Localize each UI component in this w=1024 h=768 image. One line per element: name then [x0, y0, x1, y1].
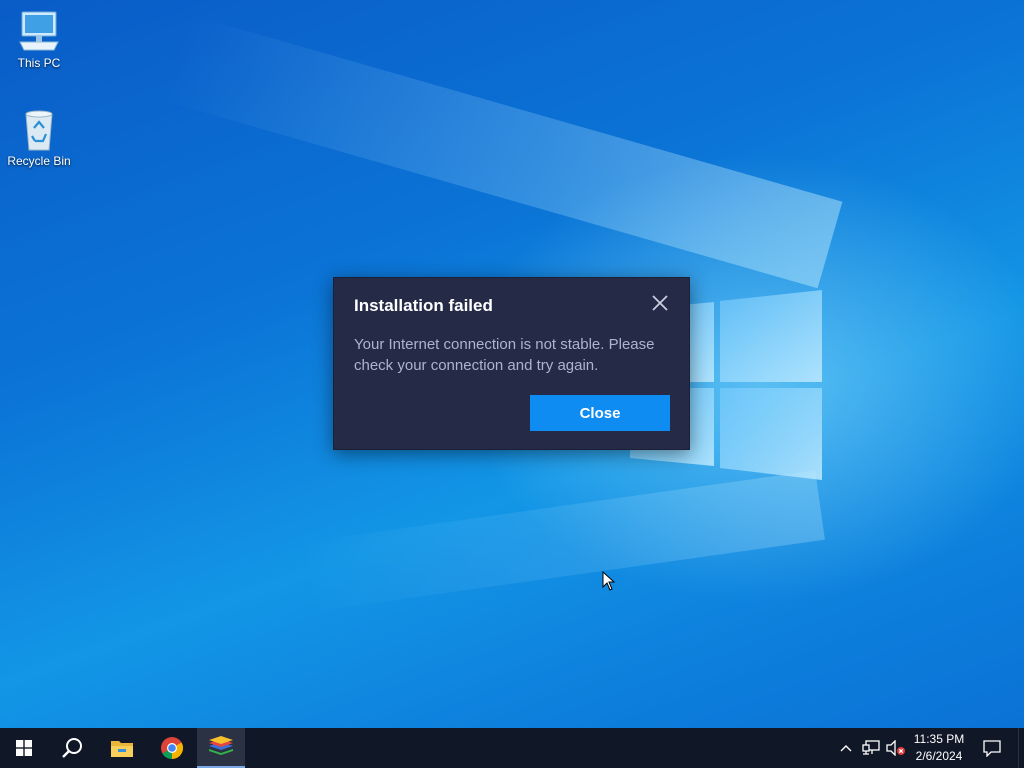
file-explorer-button[interactable]	[98, 728, 146, 768]
notification-icon	[983, 740, 1001, 757]
chrome-button[interactable]	[148, 728, 196, 768]
show-desktop-button[interactable]	[1018, 728, 1024, 768]
search-icon	[62, 738, 82, 758]
volume-button[interactable]	[884, 728, 908, 768]
action-center-button[interactable]	[978, 728, 1006, 768]
volume-muted-icon	[886, 740, 905, 756]
chrome-icon	[161, 737, 183, 759]
start-button[interactable]	[0, 728, 48, 768]
computer-icon	[19, 11, 59, 51]
network-icon	[862, 740, 880, 755]
folder-icon	[111, 741, 133, 757]
windows-start-icon	[16, 740, 32, 756]
show-hidden-icons-button[interactable]	[836, 728, 856, 768]
search-button[interactable]	[48, 728, 96, 768]
chevron-up-icon	[840, 745, 852, 752]
dialog-message: Your Internet connection is not stable. …	[354, 336, 655, 374]
clock-time: 11:35 PM	[913, 732, 965, 746]
recycle-bin-icon	[25, 110, 53, 151]
mouse-cursor-icon	[602, 571, 616, 591]
installation-failed-dialog: Installation failed Your Internet connec…	[333, 277, 690, 450]
desktop-icon-label: This PC	[17, 56, 61, 70]
clock[interactable]: 11:35 PM 2/6/2024	[908, 731, 970, 765]
close-icon[interactable]	[651, 294, 669, 312]
clock-date: 2/6/2024	[915, 749, 963, 763]
close-button[interactable]: Close	[530, 395, 670, 431]
taskbar: 11:35 PM 2/6/2024	[0, 728, 1024, 768]
desktop-icon-recycle-bin[interactable]: Recycle Bin	[0, 106, 79, 168]
bluestacks-icon	[209, 736, 233, 755]
wallpaper-light-ray	[163, 14, 843, 289]
network-button[interactable]	[860, 728, 882, 768]
wallpaper-light-ray	[300, 470, 825, 613]
dialog-title: Installation failed	[354, 296, 493, 315]
bluestacks-button[interactable]	[197, 728, 245, 768]
desktop-icon-this-pc[interactable]: This PC	[0, 8, 79, 70]
desktop-icon-label: Recycle Bin	[7, 154, 71, 168]
